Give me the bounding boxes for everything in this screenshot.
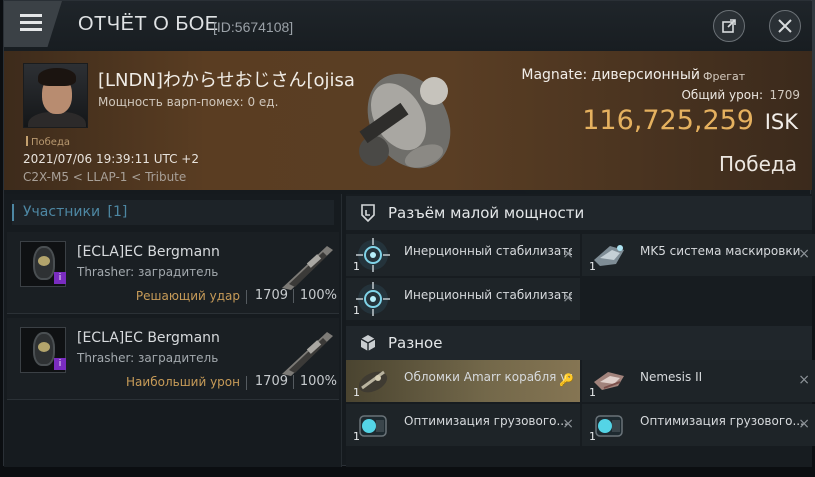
attacker-ship: Thrasher: заградитель (77, 351, 219, 365)
remove-icon[interactable]: × (562, 246, 574, 262)
key-icon[interactable]: 🔑 (559, 373, 574, 387)
item-quantity: 1 (589, 260, 596, 273)
attacker-ship-image[interactable] (277, 238, 337, 293)
close-button[interactable] (769, 10, 801, 42)
participants-panel: Участники [1] i [ECLA]EC Bergmann Thrash… (4, 194, 342, 467)
item-quantity: 1 (353, 386, 360, 399)
combat-report-window: ОТЧЁТ О БОЕ [ID:5674108] Победа [LNDN]わか… (3, 0, 815, 467)
attacker-ship-image[interactable] (277, 324, 337, 379)
remove-icon[interactable]: × (798, 416, 810, 432)
victim-ship-name[interactable]: Magnate: диверсионный (521, 67, 700, 83)
fitted-item[interactable]: 1 MK5 система маскировки × (582, 234, 815, 276)
victim-portrait[interactable] (23, 63, 88, 128)
dropped-item[interactable]: 1 Nemesis II × (582, 360, 815, 402)
item-name: Оптимизация грузового... (404, 414, 568, 428)
item-quantity: 1 (353, 304, 360, 317)
attacker-role: Решающий удар (135, 289, 248, 304)
attacker-role: Наибольший урон (126, 375, 247, 390)
participants-count: [1] (107, 204, 128, 220)
kill-location[interactable]: C2X-M5 < LLAP-1 < Tribute (23, 170, 186, 184)
remove-icon[interactable]: × (562, 290, 574, 306)
dropped-item[interactable]: 1 Обломки Amarr корабля ус... 🔑 (346, 360, 580, 402)
attacker-name[interactable]: [ECLA]EC Bergmann (77, 244, 220, 260)
total-damage-label: Общий урон: (681, 88, 763, 102)
low-slot-icon (361, 204, 375, 223)
low-slot-title: Разъём малой мощности (388, 204, 585, 222)
participants-tab-label: Участники (23, 204, 101, 220)
warp-disruption-text: Мощность варп-помех: 0 ед. (98, 95, 279, 109)
fitting-panel: Разъём малой мощности 1 Инерционный стаб… (346, 194, 815, 467)
item-name: MK5 система маскировки (640, 244, 801, 258)
total-damage-value: 1709 (769, 88, 800, 102)
hamburger-menu-icon (20, 14, 42, 32)
item-name: Оптимизация грузового... (640, 414, 804, 428)
victory-tag: Победа (26, 136, 70, 148)
item-name: Обломки Amarr корабля ус... (404, 370, 572, 384)
battle-result: Победа (719, 152, 797, 176)
window-title: ОТЧЁТ О БОЕ (78, 13, 219, 35)
info-badge-icon[interactable]: i (54, 272, 66, 284)
isk-value: 116,725,259 (582, 105, 754, 136)
external-link-icon (722, 19, 736, 33)
victim-ship-image[interactable] (339, 61, 479, 181)
item-name: Инерционный стабилизато... (404, 244, 572, 258)
attacker-row[interactable]: i [ECLA]EC Bergmann Thrasher: заградител… (7, 232, 339, 314)
attacker-ship: Thrasher: заградитель (77, 265, 219, 279)
victim-ship-class: Фрегат (703, 70, 746, 83)
dropped-item[interactable]: 1 Оптимизация грузового... × (346, 404, 580, 446)
fitted-item[interactable]: 1 Инерционный стабилизато... × (346, 278, 580, 320)
menu-button[interactable] (4, 1, 62, 47)
item-quantity: 1 (589, 430, 596, 443)
remove-icon[interactable]: × (798, 372, 810, 388)
tab-participants[interactable]: Участники [1] (12, 200, 334, 225)
item-quantity: 1 (353, 430, 360, 443)
attacker-row[interactable]: i [ECLA]EC Bergmann Thrasher: заградител… (7, 318, 339, 400)
isk-unit: ISK (764, 110, 798, 134)
attacker-portrait[interactable]: i (20, 327, 66, 373)
item-quantity: 1 (353, 260, 360, 273)
item-name: Nemesis II (640, 370, 703, 384)
misc-title: Разное (388, 334, 443, 352)
attacker-portrait[interactable]: i (20, 241, 66, 287)
fitted-item[interactable]: 1 Инерционный стабилизато... × (346, 234, 580, 276)
remove-icon[interactable]: × (562, 416, 574, 432)
low-slot-section-header: Разъём малой мощности (346, 196, 812, 230)
close-icon (778, 19, 792, 33)
share-button[interactable] (713, 10, 745, 42)
item-quantity: 1 (589, 386, 596, 399)
report-id: [ID:5674108] (213, 19, 294, 35)
dropped-item[interactable]: 1 Оптимизация грузового... × (582, 404, 815, 446)
remove-icon[interactable]: × (798, 246, 810, 262)
kill-datetime: 2021/07/06 19:39:11 UTC +2 (23, 152, 199, 166)
attacker-name[interactable]: [ECLA]EC Bergmann (77, 330, 220, 346)
window-header: ОТЧЁТ О БОЕ [ID:5674108] (4, 1, 812, 51)
misc-section-header: Разное (346, 326, 812, 360)
info-badge-icon[interactable]: i (54, 358, 66, 370)
item-name: Инерционный стабилизато... (404, 288, 572, 302)
cube-icon (360, 335, 376, 351)
victim-banner: Победа [LNDN]わからせおじさん[ojisa Мощность вар… (4, 51, 812, 190)
